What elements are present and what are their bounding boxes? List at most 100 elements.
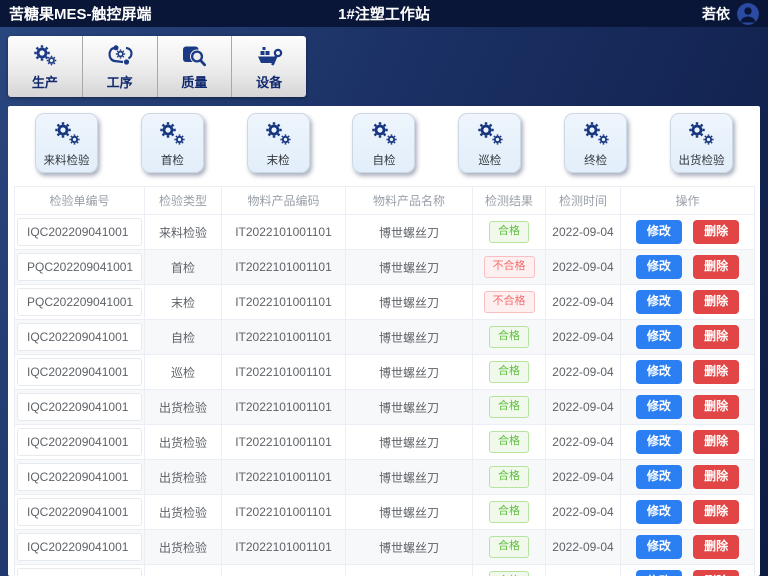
gears-icon [684, 118, 718, 154]
qc-button-self-inspection[interactable]: 自检 [352, 113, 415, 173]
qc-button-patrol-inspection[interactable]: 巡检 [458, 113, 521, 173]
inspection-date: 2022-09-04 [546, 320, 621, 355]
delete-button[interactable]: 删除 [693, 430, 739, 453]
inspection-type: 出货检验 [145, 390, 222, 425]
edit-button[interactable]: 修改 [636, 500, 682, 523]
inspection-id: IQC202209041001 [17, 568, 142, 576]
qc-button-incoming-inspection[interactable]: 来料检验 [35, 113, 98, 173]
edit-button[interactable]: 修改 [636, 325, 682, 348]
gears-icon [50, 118, 84, 154]
material-name: 博世螺丝刀 [346, 530, 473, 565]
edit-button[interactable]: 修改 [636, 290, 682, 313]
material-code: IT2022101001101 [222, 390, 346, 425]
qc-button-label: 首检 [161, 152, 184, 168]
table-row: IQC202209041001 自检 IT2022101001101 博世螺丝刀… [15, 320, 755, 355]
qc-button-final-inspection[interactable]: 终检 [564, 113, 627, 173]
inspection-type: 自检 [145, 320, 222, 355]
tab-label: 工序 [107, 72, 133, 91]
qc-button-label: 出货检验 [678, 152, 724, 168]
inspection-type: 出货检验 [145, 460, 222, 495]
table-body: IQC202209041001 来料检验 IT2022101001101 博世螺… [15, 215, 755, 576]
delete-button[interactable]: 删除 [693, 325, 739, 348]
inspection-id: IQC202209041001 [17, 463, 142, 491]
column-header: 物料产品编码 [222, 187, 346, 215]
app-title: 苦糖果MES-触控屏端 [9, 3, 152, 24]
edit-button[interactable]: 修改 [636, 535, 682, 558]
inspection-id: PQC202209041001 [17, 288, 142, 316]
material-name: 博世螺丝刀 [346, 355, 473, 390]
inspection-id: IQC202209041001 [17, 393, 142, 421]
table-row: IQC202209041001 出货检验 IT2022101001101 博世螺… [15, 390, 755, 425]
inspection-id: IQC202209041001 [17, 323, 142, 351]
table-row: IQC202209041001 出货检验 IT2022101001101 博世螺… [15, 495, 755, 530]
inspection-date: 2022-09-04 [546, 530, 621, 565]
toolbar-tab-equipment[interactable]: 设备 [232, 36, 306, 97]
inspection-date: 2022-09-04 [546, 460, 621, 495]
gears-icon [155, 118, 189, 154]
edit-button[interactable]: 修改 [636, 395, 682, 418]
inspection-id: IQC202209041001 [17, 498, 142, 526]
inspection-date: 2022-09-04 [546, 390, 621, 425]
user-menu[interactable]: 若依 [702, 3, 759, 25]
inspection-date: 2022-09-04 [546, 425, 621, 460]
equipment-ship-wrench-icon [255, 43, 283, 69]
material-name: 博世螺丝刀 [346, 320, 473, 355]
tab-label: 设备 [256, 72, 282, 91]
delete-button[interactable]: 删除 [693, 395, 739, 418]
delete-button[interactable]: 删除 [693, 290, 739, 313]
material-code: IT2022101001101 [222, 285, 346, 320]
toolbar-tab-quality[interactable]: 质量 [158, 36, 233, 97]
inspection-id: IQC202209041001 [17, 428, 142, 456]
result-badge: 合格 [489, 536, 529, 557]
inspection-type: 巡检 [145, 355, 222, 390]
inspection-table: 检验单编号检验类型物料产品编码物料产品名称检测结果检测时间操作 IQC20220… [14, 186, 755, 576]
inspection-type: 出货检验 [145, 530, 222, 565]
material-name: 博世螺丝刀 [346, 285, 473, 320]
edit-button[interactable]: 修改 [636, 255, 682, 278]
qc-button-first-inspection[interactable]: 首检 [141, 113, 204, 173]
table-row: IQC202209041001 出货检验 IT2022101001101 博世螺… [15, 460, 755, 495]
tab-label: 质量 [181, 72, 207, 91]
material-code: IT2022101001101 [222, 565, 346, 576]
edit-button[interactable]: 修改 [636, 570, 682, 576]
qc-button-label: 终检 [584, 152, 607, 168]
material-name: 博世螺丝刀 [346, 250, 473, 285]
inspection-id: IQC202209041001 [17, 218, 142, 246]
inspection-date: 2022-09-04 [546, 215, 621, 250]
delete-button[interactable]: 删除 [693, 255, 739, 278]
material-name: 博世螺丝刀 [346, 565, 473, 576]
edit-button[interactable]: 修改 [636, 360, 682, 383]
table-row: PQC202209041001 首检 IT2022101001101 博世螺丝刀… [15, 250, 755, 285]
table-row: PQC202209041001 末检 IT2022101001101 博世螺丝刀… [15, 285, 755, 320]
inspection-type: 首检 [145, 250, 222, 285]
edit-button[interactable]: 修改 [636, 220, 682, 243]
column-header: 物料产品名称 [346, 187, 473, 215]
gears-icon [367, 118, 401, 154]
qc-button-label: 来料检验 [44, 152, 90, 168]
delete-button[interactable]: 删除 [693, 220, 739, 243]
delete-button[interactable]: 删除 [693, 465, 739, 488]
qc-button-row: 来料检验 首检 末检 自检 巡检 终检 出货检验 [8, 106, 760, 173]
table-row: IQC202209041001 出货检验 IT2022101001101 博世螺… [15, 425, 755, 460]
qc-button-last-inspection[interactable]: 末检 [247, 113, 310, 173]
delete-button[interactable]: 删除 [693, 570, 739, 576]
toolbar-tab-process[interactable]: 工序 [83, 36, 158, 97]
user-avatar-icon[interactable] [737, 3, 759, 25]
column-header: 检验类型 [145, 187, 222, 215]
edit-button[interactable]: 修改 [636, 465, 682, 488]
toolbar-tab-production[interactable]: 生产 [8, 36, 83, 97]
qc-button-label: 自检 [372, 152, 395, 168]
delete-button[interactable]: 删除 [693, 500, 739, 523]
delete-button[interactable]: 删除 [693, 535, 739, 558]
inspection-date: 2022-09-04 [546, 565, 621, 576]
table-header-row: 检验单编号检验类型物料产品编码物料产品名称检测结果检测时间操作 [15, 187, 755, 215]
gears-icon [579, 118, 613, 154]
qc-button-outgoing-inspection[interactable]: 出货检验 [670, 113, 733, 173]
table-row: IQC202209041001 出货检验 IT2022101001101 博世螺… [15, 530, 755, 565]
edit-button[interactable]: 修改 [636, 430, 682, 453]
result-badge: 合格 [489, 431, 529, 452]
material-code: IT2022101001101 [222, 320, 346, 355]
inspection-date: 2022-09-04 [546, 495, 621, 530]
column-header: 检测结果 [473, 187, 546, 215]
delete-button[interactable]: 删除 [693, 360, 739, 383]
